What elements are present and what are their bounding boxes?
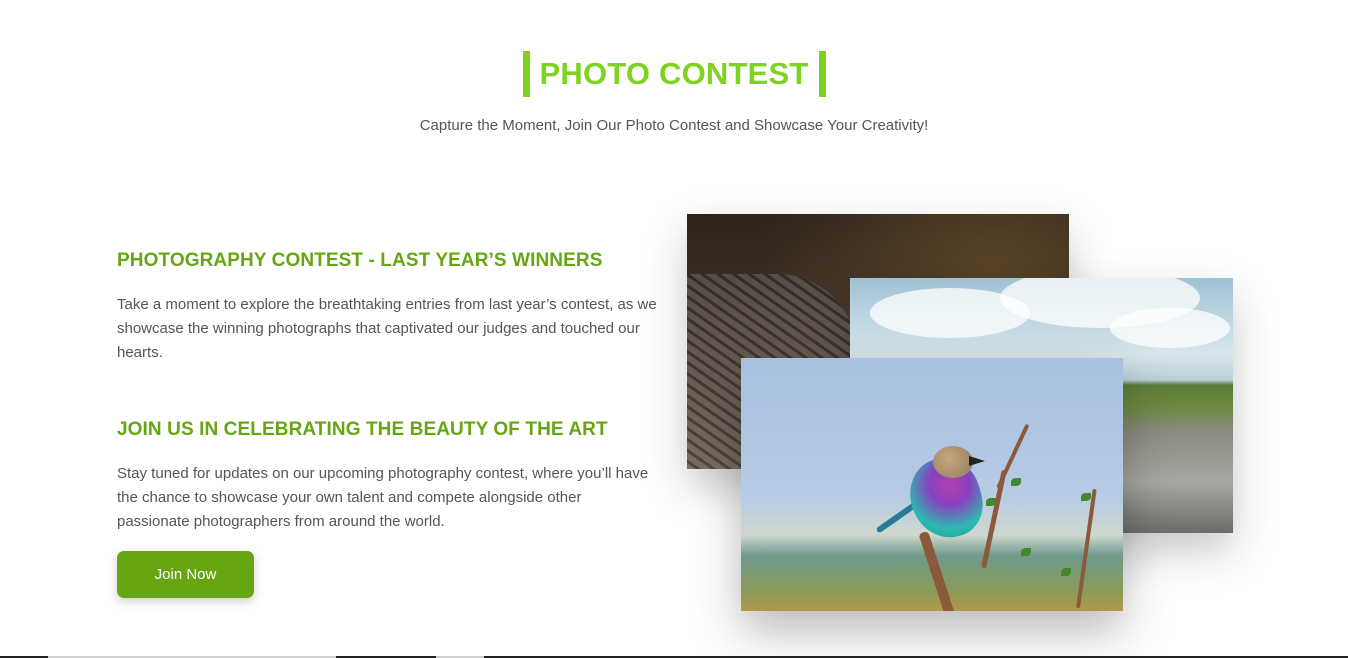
leaf-shape bbox=[1011, 478, 1021, 486]
page-title: PHOTO CONTEST bbox=[539, 56, 809, 91]
leaf-shape bbox=[986, 498, 996, 506]
branch-shape bbox=[918, 530, 956, 611]
celebrate-text: Stay tuned for updates on our upcoming p… bbox=[117, 465, 649, 530]
page-subtitle: Capture the Moment, Join Our Photo Conte… bbox=[419, 117, 929, 134]
leaf-shape bbox=[1061, 568, 1071, 576]
winners-text: Take a moment to explore the breathtakin… bbox=[117, 296, 657, 361]
title-accent-bar-right bbox=[818, 51, 826, 97]
cloud-shape bbox=[1110, 308, 1230, 348]
leaf-shape bbox=[1081, 493, 1091, 501]
photo-roller-bird bbox=[741, 358, 1123, 611]
winners-heading: PHOTOGRAPHY CONTEST - LAST YEAR’S WINNER… bbox=[117, 250, 603, 271]
join-now-button[interactable]: Join Now bbox=[117, 551, 254, 598]
leaf-shape bbox=[1021, 548, 1031, 556]
bird-beak bbox=[969, 456, 985, 466]
title-accent-bar-left bbox=[522, 51, 530, 97]
content-column: PHOTOGRAPHY CONTEST - LAST YEAR’S WINNER… bbox=[117, 248, 657, 598]
bird-head bbox=[933, 446, 973, 478]
branch-shape bbox=[1076, 488, 1097, 609]
photo-contest-page: PHOTO CONTEST Capture the Moment, Join O… bbox=[0, 0, 1348, 658]
branch-shape bbox=[981, 469, 1007, 569]
title-wrap: PHOTO CONTEST bbox=[522, 51, 826, 97]
section-header: PHOTO CONTEST Capture the Moment, Join O… bbox=[0, 51, 1348, 136]
celebrate-heading: JOIN US IN CELEBRATING THE BEAUTY OF THE… bbox=[117, 419, 608, 440]
